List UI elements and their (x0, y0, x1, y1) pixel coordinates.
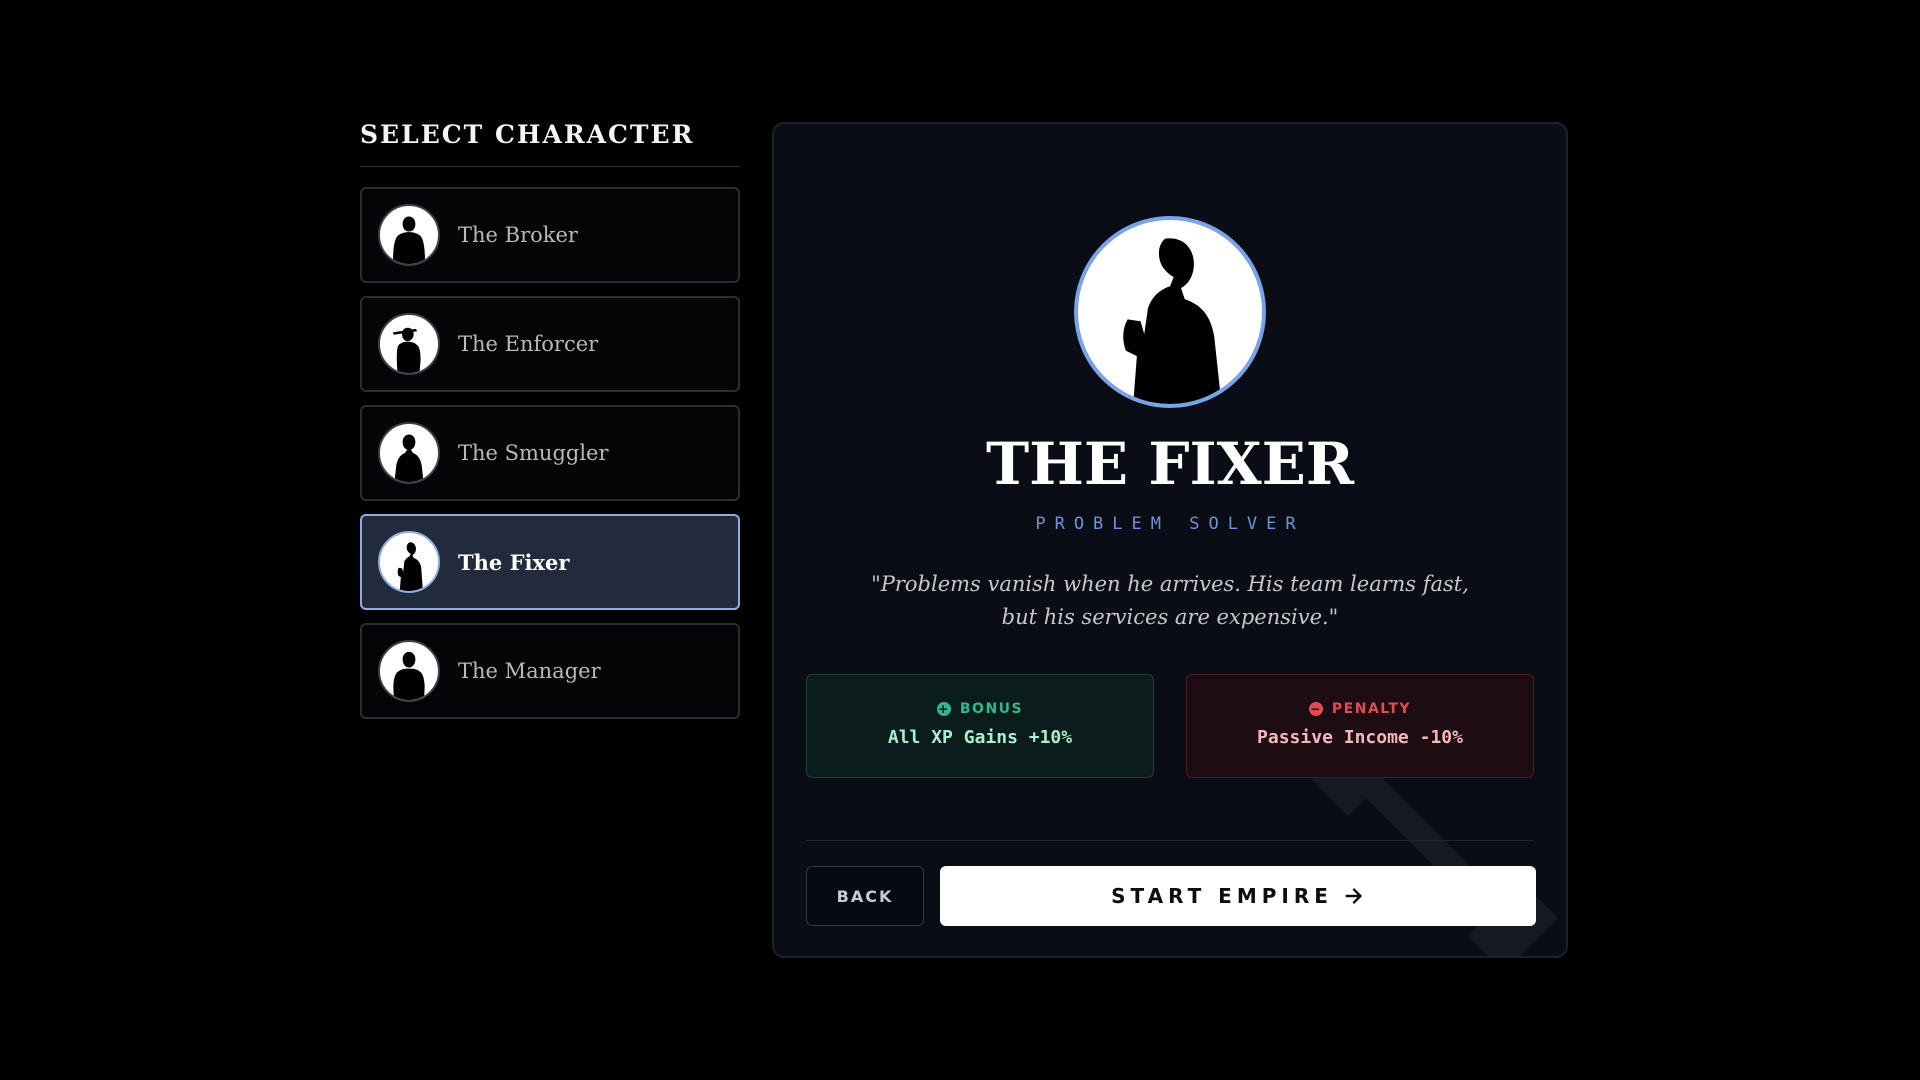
character-name: The Manager (458, 659, 601, 683)
enforcer-silhouette-icon (378, 313, 440, 375)
divider (806, 840, 1534, 841)
smuggler-silhouette-icon (378, 422, 440, 484)
broker-silhouette-icon (378, 204, 440, 266)
bonus-label-row: + BONUS (807, 701, 1153, 717)
character-sidebar: SELECT CHARACTER The Broker The Enforcer… (360, 120, 740, 719)
character-name: The Enforcer (458, 332, 599, 356)
manager-silhouette-icon (378, 640, 440, 702)
penalty-label: PENALTY (1331, 701, 1412, 717)
character-name: The Broker (458, 223, 578, 247)
arrow-right-icon (1345, 888, 1362, 904)
character-detail-panel: THE FIXER PROBLEM SOLVER "Problems vanis… (772, 122, 1568, 958)
sidebar-title: SELECT CHARACTER (360, 120, 740, 167)
character-name: The Smuggler (458, 441, 609, 465)
character-name: The Fixer (458, 549, 570, 575)
character-subtitle: PROBLEM SOLVER (1035, 514, 1305, 534)
character-list: The Broker The Enforcer The Smuggler The… (360, 187, 740, 719)
character-item-manager[interactable]: The Manager (360, 623, 740, 719)
bonus-label: BONUS (959, 701, 1024, 717)
penalty-value: Passive Income -10% (1257, 727, 1463, 748)
minus-circle-icon: − (1308, 702, 1323, 716)
fixer-silhouette-icon (378, 531, 440, 593)
start-empire-label: START EMPIRE (1111, 884, 1333, 908)
character-title: THE FIXER (985, 430, 1355, 498)
character-item-broker[interactable]: The Broker (360, 187, 740, 283)
bonus-card: + BONUS All XP Gains +10% (806, 674, 1154, 778)
character-item-fixer[interactable]: The Fixer (360, 514, 740, 610)
fixer-portrait-icon (1074, 216, 1266, 408)
start-empire-button[interactable]: START EMPIRE (940, 866, 1536, 926)
penalty-label-row: − PENALTY (1187, 701, 1533, 717)
character-item-enforcer[interactable]: The Enforcer (360, 296, 740, 392)
back-button[interactable]: BACK (806, 866, 924, 926)
character-quote: "Problems vanish when he arrives. His te… (871, 572, 1469, 629)
character-item-smuggler[interactable]: The Smuggler (360, 405, 740, 501)
plus-circle-icon: + (936, 702, 951, 716)
bonus-value: All XP Gains +10% (887, 727, 1073, 748)
penalty-card: − PENALTY Passive Income -10% (1186, 674, 1534, 778)
